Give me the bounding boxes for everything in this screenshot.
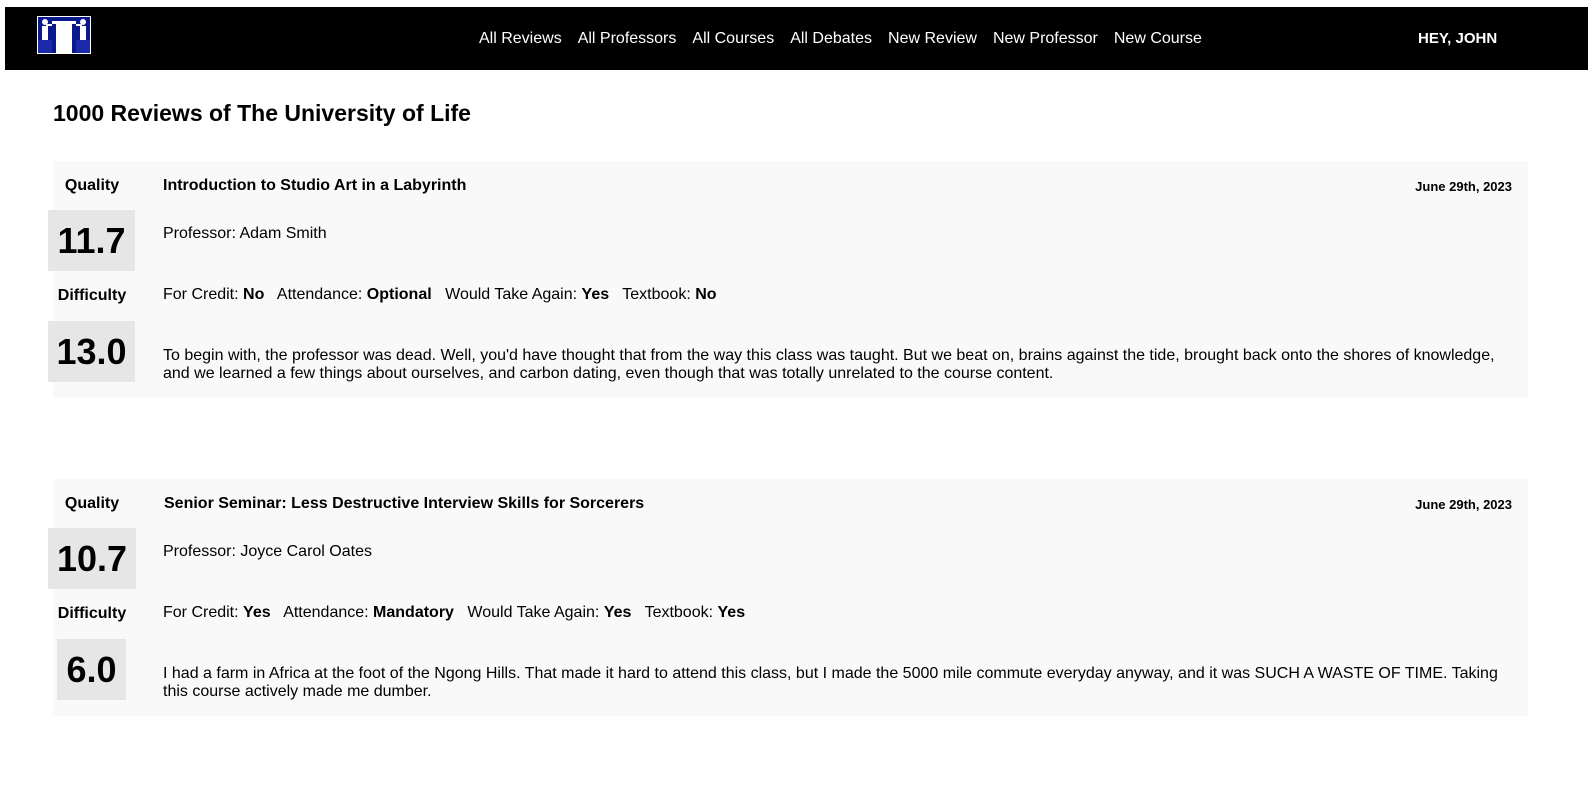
for-credit-label: For Credit: xyxy=(163,604,239,621)
take-again-value: Yes xyxy=(581,286,610,303)
take-again-attr: Would Take Again: Yes xyxy=(445,286,609,303)
take-again-label: Would Take Again: xyxy=(467,604,600,621)
nav-link-new-course[interactable]: New Course xyxy=(1114,30,1202,48)
course-title[interactable]: Senior Seminar: Less Destructive Intervi… xyxy=(164,495,644,513)
attendance-value: Optional xyxy=(366,286,432,303)
textbook-value: No xyxy=(695,286,717,303)
take-again-value: Yes xyxy=(603,604,632,621)
for-credit-value: No xyxy=(243,286,265,303)
quality-label: Quality xyxy=(64,177,120,194)
review-date: June 29th, 2023 xyxy=(1415,179,1512,194)
textbook-attr: Textbook: Yes xyxy=(645,604,746,621)
attendance-label: Attendance: xyxy=(283,604,369,621)
textbook-label: Textbook: xyxy=(644,604,714,621)
nav-link-new-professor[interactable]: New Professor xyxy=(993,30,1098,48)
nav-link-all-debates[interactable]: All Debates xyxy=(790,30,872,48)
for-credit-label: For Credit: xyxy=(163,286,239,303)
difficulty-score: 6.0 xyxy=(57,639,126,700)
attendance-label: Attendance: xyxy=(276,286,363,303)
take-again-attr: Would Take Again: Yes xyxy=(467,604,631,621)
textbook-label: Textbook: xyxy=(622,286,691,303)
nav-link-new-review[interactable]: New Review xyxy=(888,30,977,48)
professor-line: Professor: Joyce Carol Oates xyxy=(163,543,372,561)
nav-link-all-professors[interactable]: All Professors xyxy=(578,30,677,48)
quality-score: 11.7 xyxy=(48,210,135,271)
course-title[interactable]: Introduction to Studio Art in a Labyrint… xyxy=(163,177,466,195)
textbook-value: Yes xyxy=(717,604,746,621)
page-title: 1000 Reviews of The University of Life xyxy=(53,100,471,126)
nav-link-all-reviews[interactable]: All Reviews xyxy=(479,30,562,48)
professor-name[interactable]: Joyce Carol Oates xyxy=(240,543,372,560)
review-date: June 29th, 2023 xyxy=(1415,497,1512,512)
review-comment: To begin with, the professor was dead. W… xyxy=(163,347,1495,382)
review-card: Quality 10.7 Difficulty 6.0 Senior Semin… xyxy=(48,479,1528,716)
for-credit-attr: For Credit: No xyxy=(163,286,264,303)
review-comment: I had a farm in Africa at the foot of th… xyxy=(163,665,1498,700)
difficulty-label: Difficulty xyxy=(57,287,127,304)
professor-label: Professor: xyxy=(163,543,236,560)
review-attributes: For Credit: No Attendance: Optional Woul… xyxy=(163,286,726,304)
user-greeting[interactable]: HEY, JOHN xyxy=(1418,30,1497,47)
review-card: Quality 11.7 Difficulty 13.0 Introductio… xyxy=(48,161,1528,398)
professor-name[interactable]: Adam Smith xyxy=(239,225,326,242)
attendance-value: Mandatory xyxy=(373,604,454,621)
professor-line: Professor: Adam Smith xyxy=(163,225,327,243)
review-attributes: For Credit: Yes Attendance: Mandatory Wo… xyxy=(163,604,754,622)
top-navbar: All Reviews All Professors All Courses A… xyxy=(5,7,1588,70)
debate-podium-logo-icon[interactable] xyxy=(37,16,91,54)
take-again-label: Would Take Again: xyxy=(445,286,578,303)
for-credit-attr: For Credit: Yes xyxy=(163,604,271,621)
attendance-attr: Attendance: Optional xyxy=(277,286,432,303)
difficulty-score: 13.0 xyxy=(48,321,135,382)
professor-label: Professor: xyxy=(163,225,236,242)
nav-links: All Reviews All Professors All Courses A… xyxy=(479,7,1218,70)
difficulty-label: Difficulty xyxy=(57,605,127,622)
attendance-attr: Attendance: Mandatory xyxy=(283,604,454,621)
quality-label: Quality xyxy=(64,495,120,512)
for-credit-value: Yes xyxy=(243,604,271,621)
quality-score: 10.7 xyxy=(48,528,136,589)
textbook-attr: Textbook: No xyxy=(622,286,716,303)
nav-link-all-courses[interactable]: All Courses xyxy=(692,30,774,48)
